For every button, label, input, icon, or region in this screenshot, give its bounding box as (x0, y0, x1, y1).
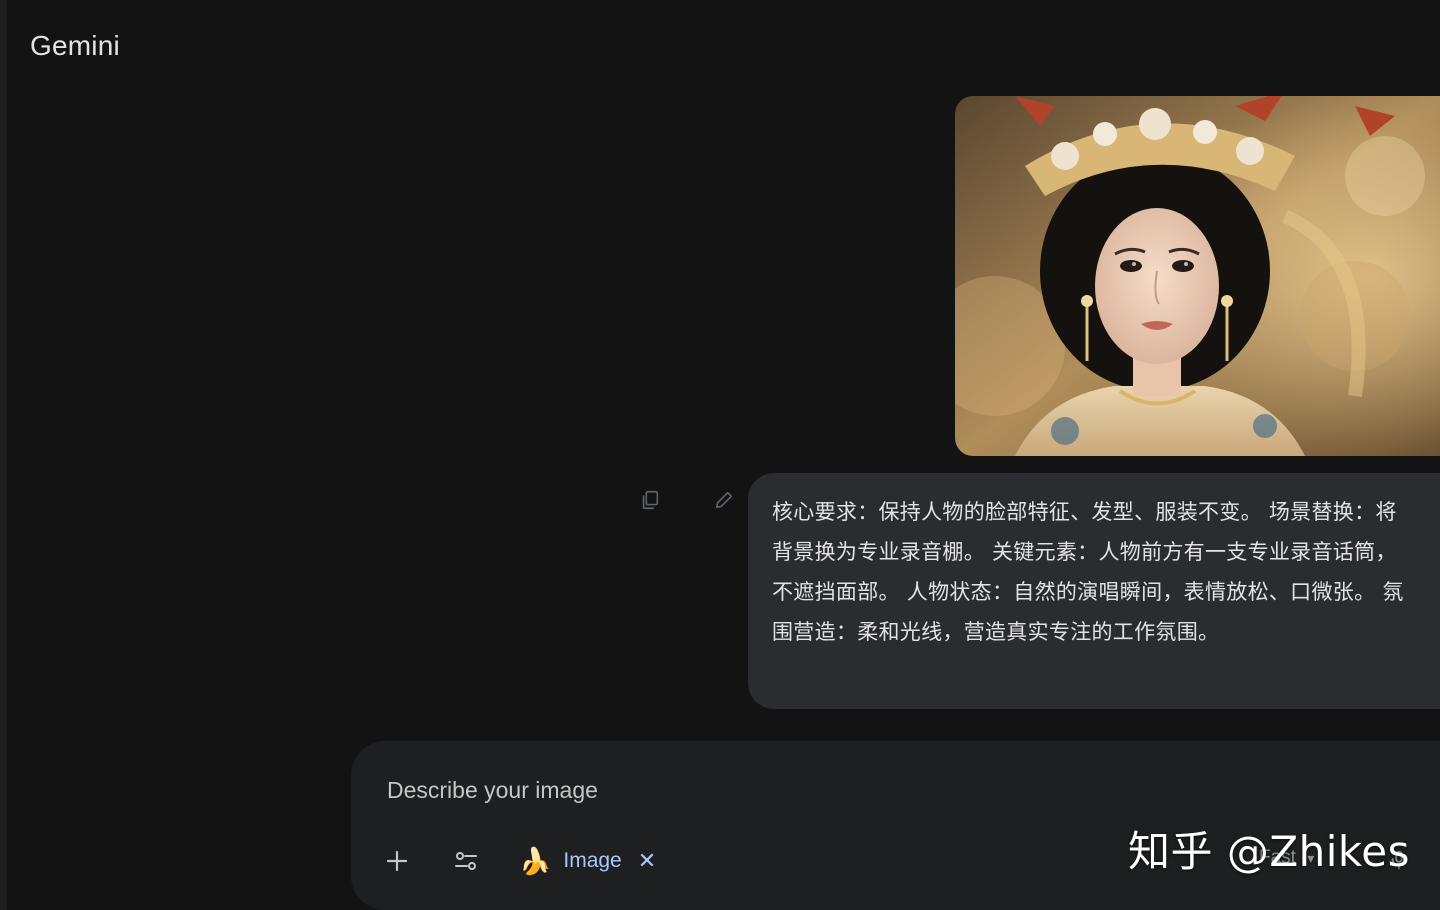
app-window: Gemini 核心要求：保持人物的脸部特征、发型、服装不变。 场景替换：将背景换… (0, 0, 1440, 910)
add-attachment-button[interactable] (377, 841, 417, 881)
prompt-input[interactable] (385, 769, 1289, 811)
close-icon[interactable]: ✕ (638, 848, 656, 874)
copy-button[interactable] (632, 482, 668, 518)
chevron-down-icon: ▾ (1307, 850, 1315, 866)
microphone-icon (1391, 850, 1407, 870)
microphone-button[interactable] (1381, 842, 1417, 878)
banana-icon: 🍌 (519, 846, 552, 876)
mode-label: Fast (1259, 847, 1296, 868)
uploaded-image[interactable] (955, 96, 1440, 456)
image-chip-label: Image (563, 849, 622, 872)
message-actions (632, 482, 742, 518)
image-tool-chip[interactable]: 🍌 Image ✕ (519, 841, 656, 881)
sidebar-rail (0, 0, 7, 910)
tools-button[interactable] (446, 841, 486, 881)
copy-icon (642, 490, 659, 510)
model-mode-select[interactable]: Fast ▾ (1259, 847, 1314, 869)
prompt-composer: 🍌 Image ✕ Fast ▾ (351, 741, 1440, 910)
tune-icon (455, 852, 477, 870)
edit-button[interactable] (706, 482, 742, 518)
pencil-icon (715, 491, 733, 509)
user-prompt-bubble: 核心要求：保持人物的脸部特征、发型、服装不变。 场景替换：将背景换为专业录音棚。… (748, 473, 1440, 709)
app-brand[interactable]: Gemini (30, 30, 120, 62)
plus-icon (386, 850, 408, 872)
